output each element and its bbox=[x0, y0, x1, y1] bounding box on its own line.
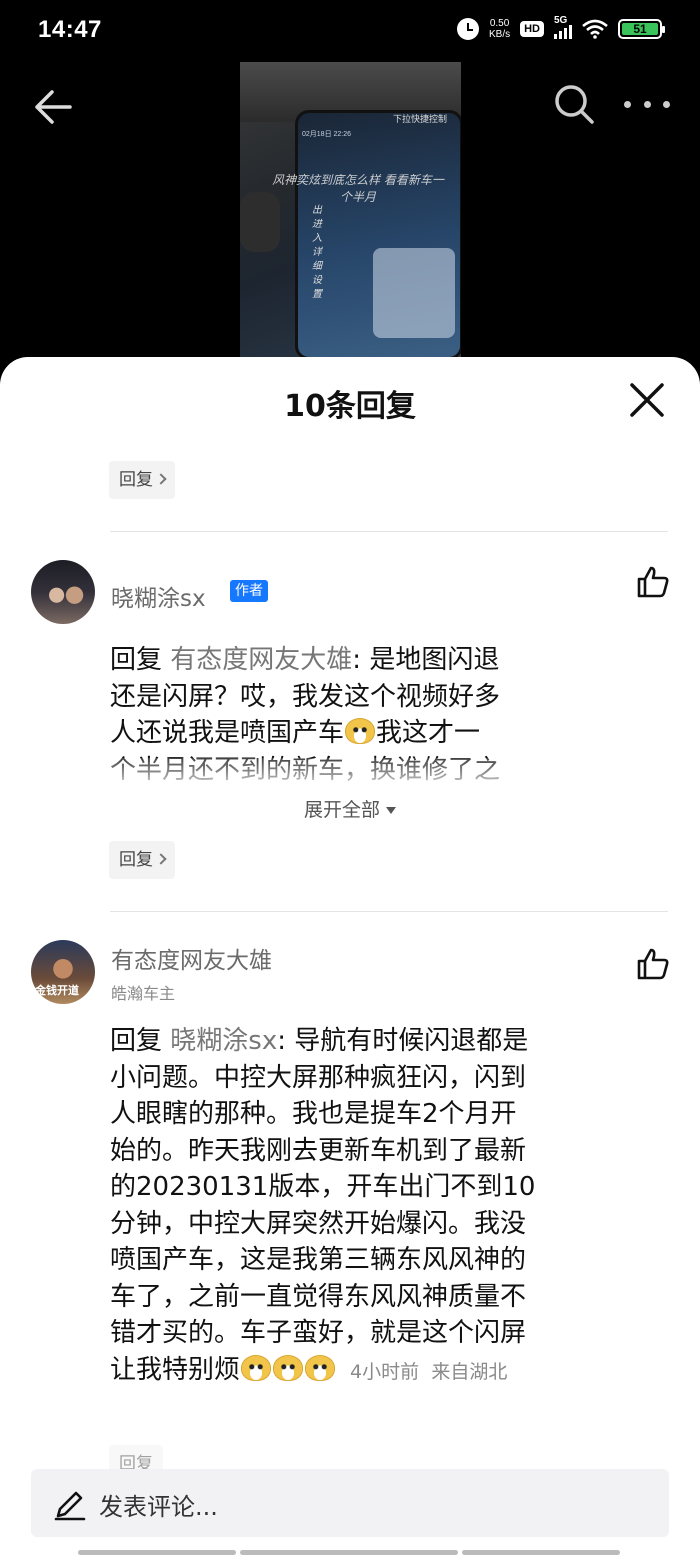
thumbnail-caption: 风神奕炫到底怎么样 看看新车一个半月 bbox=[272, 173, 444, 204]
user-subtitle: 皓瀚车主 bbox=[111, 984, 176, 1003]
comment-line: 小问题。中控大屏那种疯狂闪，闪到 bbox=[110, 1062, 527, 1093]
reply-button[interactable]: 回复 bbox=[109, 841, 175, 879]
more-icon[interactable] bbox=[624, 96, 670, 112]
battery-icon: 51 bbox=[618, 19, 665, 39]
emoji-icon bbox=[241, 1354, 272, 1381]
chevron-right-icon bbox=[155, 853, 167, 865]
wifi-icon bbox=[582, 19, 608, 39]
comment-username[interactable]: 晓糊涂sx bbox=[111, 579, 206, 613]
thumbnail-corner-text: 下拉快捷控制 bbox=[392, 115, 447, 125]
video-thumbnail[interactable]: 02月18日 22:26 下拉快捷控制 风神奕炫到底怎么样 看看新车一个半月 出… bbox=[240, 62, 461, 358]
search-icon[interactable] bbox=[552, 82, 596, 126]
comment-location: 来自湖北 bbox=[431, 1360, 508, 1383]
comment-line: 的20230131版本，开车出门不到10 bbox=[110, 1172, 536, 1202]
comment-username[interactable]: 有态度网友大雄 bbox=[111, 941, 272, 975]
emoji-icon bbox=[305, 1354, 336, 1381]
alarm-icon bbox=[456, 18, 479, 40]
reply-prefix: 回复 bbox=[110, 1026, 163, 1056]
replies-sheet: 10条回复 回复 晓糊涂sx 作者 回复 有态度网友大雄: 是地图闪退 还是闪屏… bbox=[0, 357, 700, 1558]
emoji-icon bbox=[273, 1354, 304, 1381]
battery-level: 51 bbox=[622, 23, 658, 35]
signal-icon: 5G bbox=[554, 15, 572, 39]
net-speed-unit: KB/s bbox=[488, 29, 511, 40]
text-fade bbox=[100, 758, 620, 794]
mention-link[interactable]: 晓糊涂sx bbox=[170, 1026, 277, 1056]
status-time: 14:47 bbox=[38, 16, 102, 43]
comment-time: 4小时前 bbox=[350, 1360, 420, 1383]
back-arrow-icon[interactable] bbox=[30, 84, 76, 130]
comment-line: 错才买的。车子蛮好，就是这个闪屏 bbox=[110, 1318, 527, 1348]
comment-line: 还是闪屏？哎，我发这个视频好多 bbox=[110, 681, 501, 712]
avatar[interactable]: 金钱开道 bbox=[31, 940, 95, 1004]
sheet-title: 10条回复 bbox=[284, 389, 416, 424]
comment-line: 始的。昨天我刚去更新车机到了最新 bbox=[110, 1135, 527, 1166]
net-speed: 0.50 KB/s bbox=[489, 18, 510, 40]
author-badge: 作者 bbox=[230, 580, 268, 602]
comment-line: 喷国产车，这是我第三辆东风风神的 bbox=[110, 1245, 527, 1275]
chevron-right-icon bbox=[155, 473, 167, 485]
comment-input-placeholder: 发表评论... bbox=[99, 1493, 218, 1521]
reply-button-label: 回复 bbox=[119, 850, 153, 870]
expand-all-label: 展开全部 bbox=[303, 799, 380, 821]
avatar-text: 金钱开道 bbox=[35, 984, 79, 997]
comment-text: 回复 晓糊涂sx: 导航有时候闪退都是 小问题。中控大屏那种疯狂闪，闪到 人眼瞎… bbox=[110, 1023, 610, 1390]
comment-line: 我这才一 bbox=[376, 718, 481, 748]
comment-line: : 是地图闪退 bbox=[352, 645, 500, 675]
status-bar: 14:47 0.50 KB/s HD 5G 51 bbox=[0, 0, 700, 60]
comment-line: 人还说我是喷国产车 bbox=[110, 718, 345, 748]
thumbs-up-icon[interactable] bbox=[636, 947, 670, 981]
screen-status-text: 02月18日 22:26 bbox=[302, 131, 352, 138]
comment-line: 人眼瞎的那种。我也是提车2个月开 bbox=[110, 1099, 517, 1129]
comment-line: 车了，之前一直觉得东风风神质量不 bbox=[110, 1281, 527, 1312]
emoji-icon bbox=[345, 718, 376, 744]
avatar[interactable] bbox=[31, 560, 95, 624]
net-speed-value: 0.50 bbox=[489, 18, 510, 29]
reply-prefix: 回复 bbox=[110, 645, 163, 675]
screen-panel bbox=[373, 248, 455, 338]
divider bbox=[110, 911, 668, 912]
reply-button[interactable]: 回复 bbox=[109, 461, 175, 499]
comment-line: 让我特别烦 bbox=[110, 1354, 241, 1385]
close-icon[interactable] bbox=[628, 381, 666, 419]
thumbnail-side-text: 出进入详细设置 bbox=[312, 205, 322, 300]
nav-indicator bbox=[240, 1550, 458, 1555]
thumbs-up-icon[interactable] bbox=[636, 565, 670, 599]
expand-all-button[interactable]: 展开全部 bbox=[0, 795, 700, 822]
hd-icon: HD bbox=[520, 21, 544, 37]
status-icons: 0.50 KB/s HD 5G 51 bbox=[456, 15, 665, 40]
network-type: 5G bbox=[554, 15, 568, 26]
comment-input[interactable]: 发表评论... bbox=[31, 1469, 669, 1537]
comment-line: 分钟，中控大屏突然开始爆闪。我没 bbox=[110, 1208, 527, 1239]
video-header: 02月18日 22:26 下拉快捷控制 风神奕炫到底怎么样 看看新车一个半月 出… bbox=[0, 60, 700, 360]
nav-indicator bbox=[462, 1550, 620, 1555]
caret-down-icon bbox=[386, 807, 396, 814]
reply-button-label: 回复 bbox=[119, 470, 153, 490]
pen-icon bbox=[54, 1491, 86, 1521]
mention-link[interactable]: 有态度网友大雄 bbox=[170, 645, 352, 675]
divider bbox=[110, 531, 668, 532]
nav-indicator bbox=[78, 1550, 236, 1555]
comment-line: : 导航有时候闪退都是 bbox=[277, 1026, 529, 1056]
